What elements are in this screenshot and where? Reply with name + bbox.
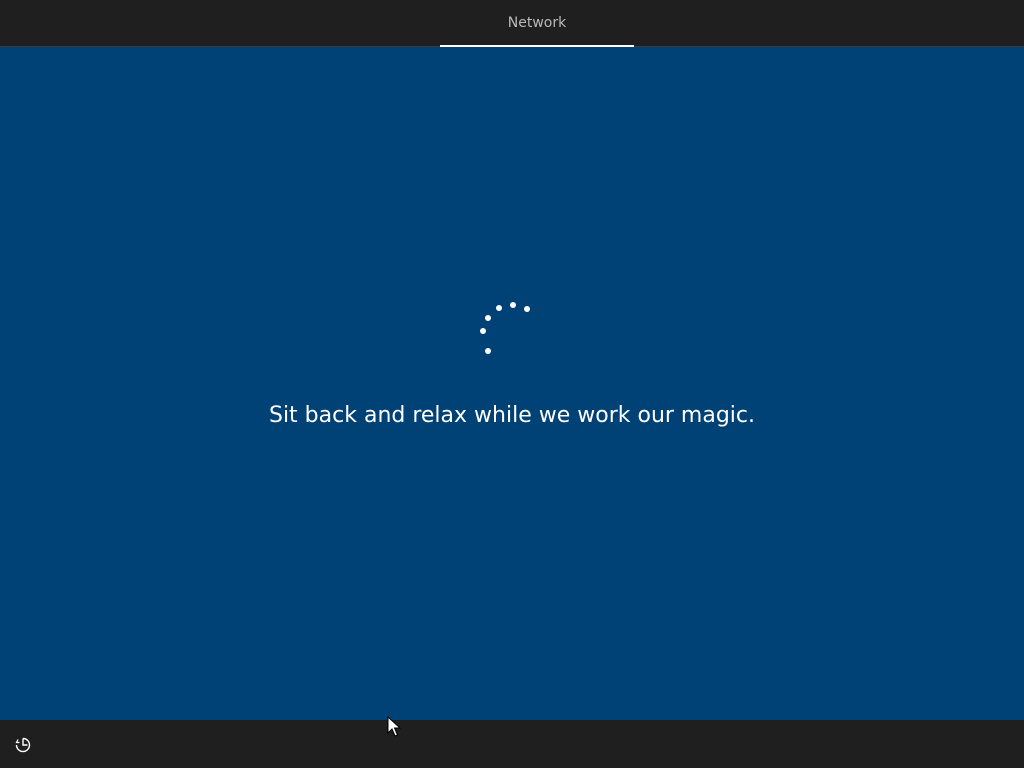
- mouse-pointer-icon: [387, 716, 401, 737]
- spinner-dot: [485, 315, 491, 321]
- spinner-dot: [480, 328, 486, 334]
- ease-of-access-button[interactable]: [10, 732, 36, 758]
- status-message: Sit back and relax while we work our mag…: [268, 403, 756, 428]
- spinner-dot: [510, 302, 516, 308]
- setup-progress-panel: Sit back and relax while we work our mag…: [0, 47, 1024, 720]
- bottom-bar: [0, 720, 1024, 768]
- ease-of-access-icon: [15, 737, 31, 753]
- spinner-dot: [496, 305, 502, 311]
- tab-network-label: Network: [507, 15, 567, 31]
- spinner-dot: [485, 348, 491, 354]
- loading-spinner-icon: [480, 302, 530, 354]
- tab-network: Network: [440, 0, 634, 46]
- spinner-dot: [524, 306, 530, 312]
- top-bar: Network: [0, 0, 1024, 47]
